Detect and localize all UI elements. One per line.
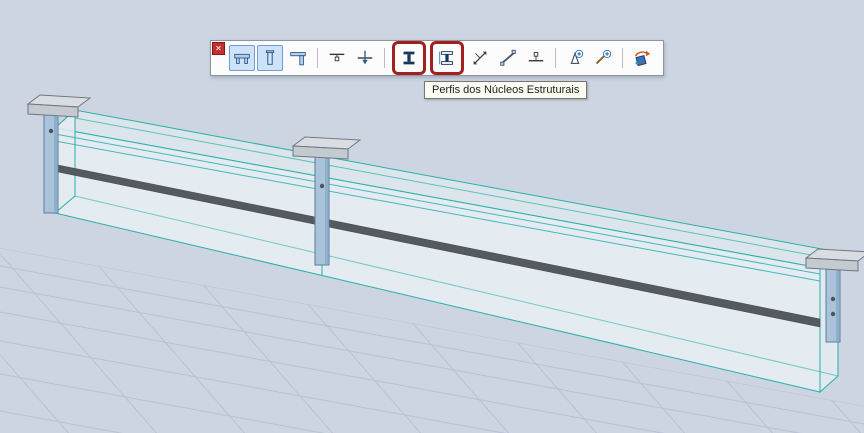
draw-plus-icon[interactable]	[590, 45, 616, 71]
two-span-glass-beam	[55, 110, 838, 392]
toolbar-icon-row	[229, 45, 655, 71]
beam-tool-icon[interactable]	[229, 45, 255, 71]
toolbar-separator	[555, 48, 556, 68]
tooltip: Perfis dos Núcleos Estruturais	[424, 81, 587, 99]
orbit-3d-icon[interactable]	[629, 45, 655, 71]
magnify-plus-icon[interactable]	[562, 45, 588, 71]
reference-line-top-icon[interactable]	[324, 45, 350, 71]
floating-toolbar: ✕	[210, 40, 664, 76]
slanted-member-icon[interactable]	[495, 45, 521, 71]
toolbar-separator	[317, 48, 318, 68]
cad-3d-window: ✕ Perfis dos Núcleos Estruturais	[0, 0, 864, 433]
beam-and-column-tool-icon[interactable]	[285, 45, 311, 71]
toolbar-separator	[622, 48, 623, 68]
entire-element-profiles-icon[interactable]	[396, 45, 422, 71]
column-tool-icon[interactable]	[257, 45, 283, 71]
reference-line-center-icon[interactable]	[352, 45, 378, 71]
close-button[interactable]: ✕	[212, 42, 225, 55]
reference-offset-icon[interactable]	[523, 45, 549, 71]
structural-core-profiles-icon[interactable]	[434, 45, 460, 71]
toolbar-separator	[384, 48, 385, 68]
stretch-icon[interactable]	[467, 45, 493, 71]
